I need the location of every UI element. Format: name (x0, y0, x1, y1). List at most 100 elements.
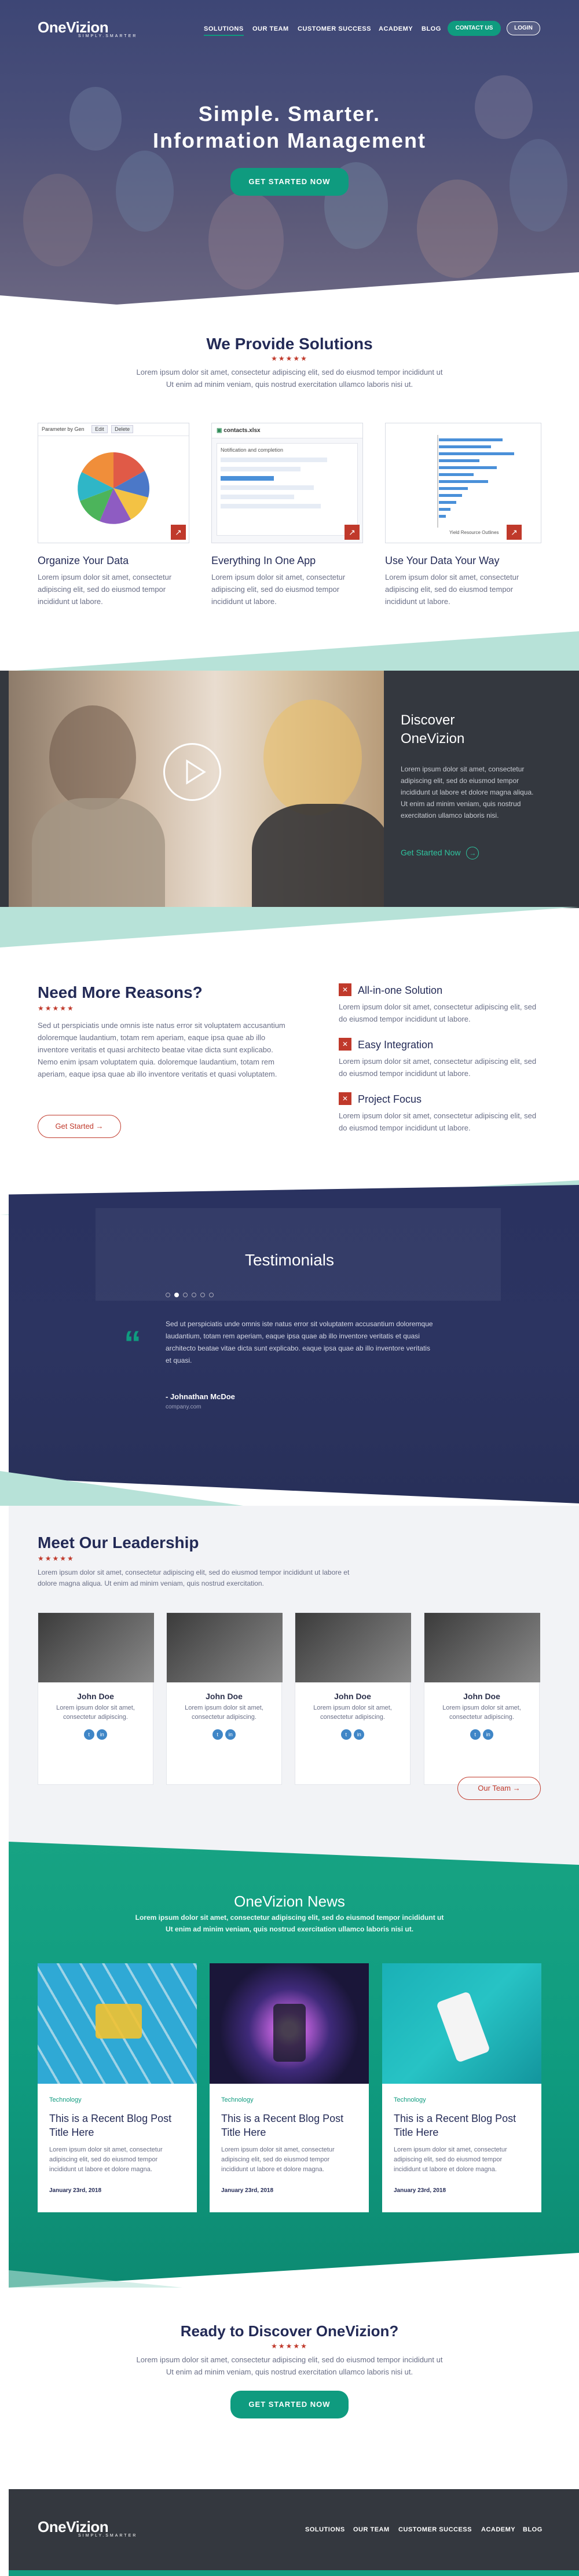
nav-link-customer-success[interactable]: CUSTOMER SUCCESS (298, 25, 371, 32)
nav-link-our-team[interactable]: OUR TEAM (252, 25, 289, 32)
footer-link-academy[interactable]: ACADEMY (481, 2526, 515, 2533)
news-card-title[interactable]: This is a Recent Blog Post Title Here (49, 2112, 185, 2139)
hero-section: OneVizion SIMPLY.SMARTER SOLUTIONS OUR T… (0, 0, 579, 313)
section-divider (0, 631, 579, 672)
carousel-dot-active[interactable] (174, 1293, 179, 1297)
rating-stars-icon: ★★★★★ (38, 1554, 75, 1563)
team-member-bio: Lorem ipsum dolor sit amet, consectetur … (442, 1704, 521, 1721)
our-team-button[interactable]: Our Team → (457, 1777, 541, 1800)
nav-link-blog[interactable]: BLOG (422, 25, 441, 32)
nav-link-solutions[interactable]: SOLUTIONS (204, 25, 244, 36)
hero-title-line2: Information Management (152, 129, 427, 152)
play-video-icon[interactable] (163, 743, 221, 801)
testimonial-quote: Sed ut perspiciatis unde omnis iste natu… (166, 1320, 433, 1364)
news-card-title[interactable]: This is a Recent Blog Post Title Here (221, 2112, 357, 2139)
team-member-card[interactable]: John Doe Lorem ipsum dolor sit amet, con… (295, 1612, 411, 1785)
news-intro-line2: Ut enim ad minim veniam, quis nostrud ex… (165, 1925, 414, 1933)
carousel-dot[interactable] (166, 1293, 170, 1297)
carousel-dots (166, 1291, 218, 1298)
logo-text: OneVizion (38, 19, 109, 36)
logo-text: OneVizion (38, 2518, 109, 2535)
nav-link-academy[interactable]: ACADEMY (379, 25, 413, 32)
reasons-get-started-button[interactable]: Get Started → (38, 1115, 121, 1138)
hero-bottom-slant (0, 272, 579, 313)
linkedin-icon[interactable]: in (483, 1729, 494, 1740)
expand-arrow-icon[interactable]: ↗ (171, 525, 186, 540)
rating-stars-icon: ★★★★★ (38, 1004, 75, 1012)
rating-stars-icon: ★★★★★ (271, 2342, 308, 2350)
news-card-tag[interactable]: Technology (221, 2096, 357, 2103)
team-member-card[interactable]: John Doe Lorem ipsum dolor sit amet, con… (166, 1612, 283, 1785)
carousel-dot[interactable] (183, 1293, 188, 1297)
hero-get-started-button[interactable]: GET STARTED NOW (230, 168, 349, 196)
avatar (167, 1613, 283, 1682)
discover-text: Lorem ipsum dolor sit amet, consectetur … (401, 765, 534, 819)
footer-link-customer-success[interactable]: CUSTOMER SUCCESS (398, 2526, 472, 2533)
carousel-dot[interactable] (200, 1293, 205, 1297)
news-card-date: January 23rd, 2018 (394, 2187, 446, 2194)
solution-card-text: Lorem ipsum dolor sit amet, consectetur … (38, 573, 172, 606)
section-divider (9, 1842, 579, 1865)
logo-tagline: SIMPLY.SMARTER (78, 34, 138, 38)
section-divider (0, 1471, 243, 1506)
news-card-image (382, 1963, 541, 2084)
linkedin-icon[interactable]: in (225, 1729, 236, 1740)
quote-icon: “ (124, 1324, 141, 1363)
twitter-icon[interactable]: t (340, 1729, 351, 1740)
check-icon: ✕ (339, 1038, 351, 1051)
team-member-bio: Lorem ipsum dolor sit amet, consectetur … (56, 1704, 135, 1721)
team-member-bio: Lorem ipsum dolor sit amet, consectetur … (313, 1704, 392, 1721)
solution-screenshot-app: ▣ contacts.xlsx Notification and complet… (211, 423, 363, 543)
carousel-dot[interactable] (192, 1293, 196, 1297)
leadership-title: Meet Our Leadership (38, 1534, 199, 1552)
footer-link-solutions[interactable]: SOLUTIONS (305, 2526, 345, 2533)
contact-us-button[interactable]: CONTACT US (448, 21, 501, 36)
team-member-card[interactable]: John Doe Lorem ipsum dolor sit amet, con… (38, 1612, 154, 1785)
team-member-bio: Lorem ipsum dolor sit amet, consectetur … (185, 1704, 263, 1721)
expand-arrow-icon[interactable]: ↗ (345, 525, 360, 540)
screenshot-file-header: ▣ contacts.xlsx (212, 423, 362, 438)
team-member-name: John Doe (206, 1692, 243, 1701)
arrow-right-icon: → (512, 1784, 521, 1792)
reason-item-text: Lorem ipsum dolor sit amet, consectetur … (339, 1111, 537, 1132)
linkedin-icon[interactable]: in (354, 1729, 365, 1740)
expand-arrow-icon[interactable]: ↗ (507, 525, 522, 540)
twitter-icon[interactable]: t (212, 1729, 223, 1740)
twitter-icon[interactable]: t (83, 1729, 94, 1740)
solution-card-title: Use Your Data Your Way (385, 555, 500, 566)
carousel-dot[interactable] (209, 1293, 214, 1297)
solutions-intro-line1: Lorem ipsum dolor sit amet, consectetur … (136, 368, 443, 376)
footer-link-blog[interactable]: BLOG (523, 2526, 543, 2533)
cta-title: Ready to Discover OneVizion? (180, 2322, 399, 2340)
logo-tagline: SIMPLY.SMARTER (78, 2534, 138, 2538)
section-divider (0, 907, 579, 947)
news-card[interactable]: Technology This is a Recent Blog Post Ti… (210, 1963, 369, 2212)
team-member-card[interactable]: John Doe Lorem ipsum dolor sit amet, con… (424, 1612, 540, 1785)
footer-logo[interactable]: OneVizion SIMPLY.SMARTER (38, 2518, 137, 2538)
twitter-icon[interactable]: t (470, 1729, 481, 1740)
discover-get-started-link[interactable]: Get Started Now → (401, 847, 479, 859)
linkedin-icon[interactable]: in (97, 1729, 108, 1740)
news-card-title[interactable]: This is a Recent Blog Post Title Here (394, 2112, 530, 2139)
testimonials-title: Testimonials (244, 1251, 335, 1269)
news-card-date: January 23rd, 2018 (49, 2187, 102, 2194)
news-card-text: Lorem ipsum dolor sit amet, consectetur … (221, 2146, 335, 2173)
news-card[interactable]: Technology This is a Recent Blog Post Ti… (382, 1963, 541, 2212)
footer-link-our-team[interactable]: OUR TEAM (353, 2526, 390, 2533)
cta-get-started-button[interactable]: GET STARTED NOW (230, 2391, 349, 2418)
news-card-date: January 23rd, 2018 (221, 2187, 274, 2194)
logo[interactable]: OneVizion SIMPLY.SMARTER (38, 19, 137, 38)
reasons-text: Sed ut perspiciatis unde omnis iste natu… (38, 1021, 285, 1078)
avatar (295, 1613, 411, 1682)
login-button[interactable]: LOGIN (507, 21, 540, 35)
news-card[interactable]: Technology This is a Recent Blog Post Ti… (38, 1963, 197, 2212)
news-card-tag[interactable]: Technology (394, 2096, 530, 2103)
solution-card-text: Lorem ipsum dolor sit amet, consectetur … (211, 573, 346, 606)
discover-video[interactable] (9, 671, 384, 908)
news-card-tag[interactable]: Technology (49, 2096, 185, 2103)
solutions-title: We Provide Solutions (206, 335, 373, 353)
cta-intro-line1: Lorem ipsum dolor sit amet, consectetur … (136, 2355, 443, 2364)
avatar (38, 1613, 154, 1682)
reason-item-title: All-in-one Solution (358, 985, 443, 996)
reason-item-text: Lorem ipsum dolor sit amet, consectetur … (339, 1057, 537, 1078)
